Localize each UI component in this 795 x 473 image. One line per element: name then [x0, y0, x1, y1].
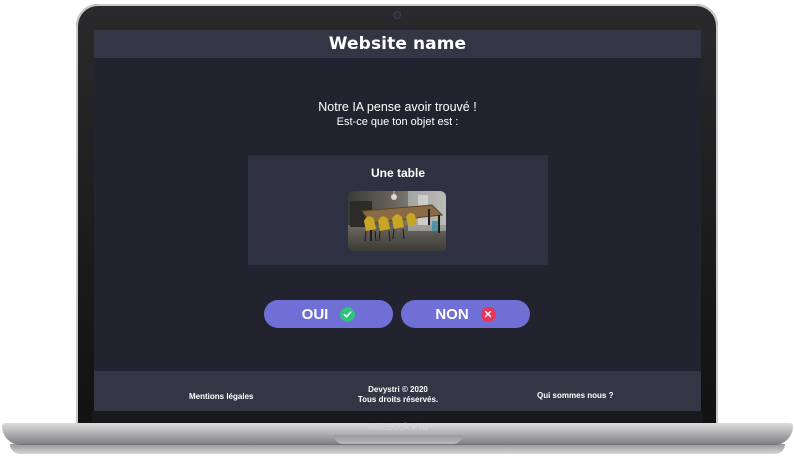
- guess-photo: [348, 191, 446, 251]
- site-footer: Mentions légales Devystri © 2020 Tous dr…: [94, 371, 701, 411]
- laptop-base-edge: [10, 444, 785, 454]
- guess-card: Une table: [248, 155, 548, 265]
- no-button[interactable]: NON: [401, 300, 530, 328]
- guess-label: Une table: [370, 166, 425, 180]
- yes-button-label: OUI: [301, 305, 329, 323]
- screen-bezel: [92, 411, 703, 422]
- site-header: Website name: [94, 30, 701, 58]
- copyright-line1: Devystri © 2020: [368, 385, 428, 394]
- about-us-link[interactable]: Qui sommes nous ?: [537, 391, 613, 400]
- intro-question: Est-ce que ton objet est :: [336, 116, 459, 128]
- copyright-line2: Tous droits réservés.: [357, 395, 439, 404]
- legal-notice-link[interactable]: Mentions légales: [189, 392, 253, 401]
- intro-heading: Notre IA pense avoir trouvé !: [318, 100, 477, 114]
- laptop-screen: Website name Notre IA pense avoir trouvé…: [94, 30, 701, 411]
- laptop-mockup: Website name Notre IA pense avoir trouvé…: [0, 0, 795, 473]
- copyright: Devystri © 2020 Tous droits réservés.: [348, 385, 448, 405]
- webcam-icon: [394, 12, 400, 18]
- device-brand-label: MacBook Pro: [367, 422, 428, 433]
- site-title: Website name: [328, 34, 467, 54]
- check-circle-icon: [340, 306, 356, 322]
- lid-opening-notch: [334, 435, 462, 444]
- yes-button[interactable]: OUI: [264, 300, 393, 328]
- no-button-label: NON: [435, 305, 469, 323]
- intro-text: Notre IA pense avoir trouvé ! Est-ce que…: [94, 100, 701, 129]
- x-circle-icon: [480, 306, 496, 322]
